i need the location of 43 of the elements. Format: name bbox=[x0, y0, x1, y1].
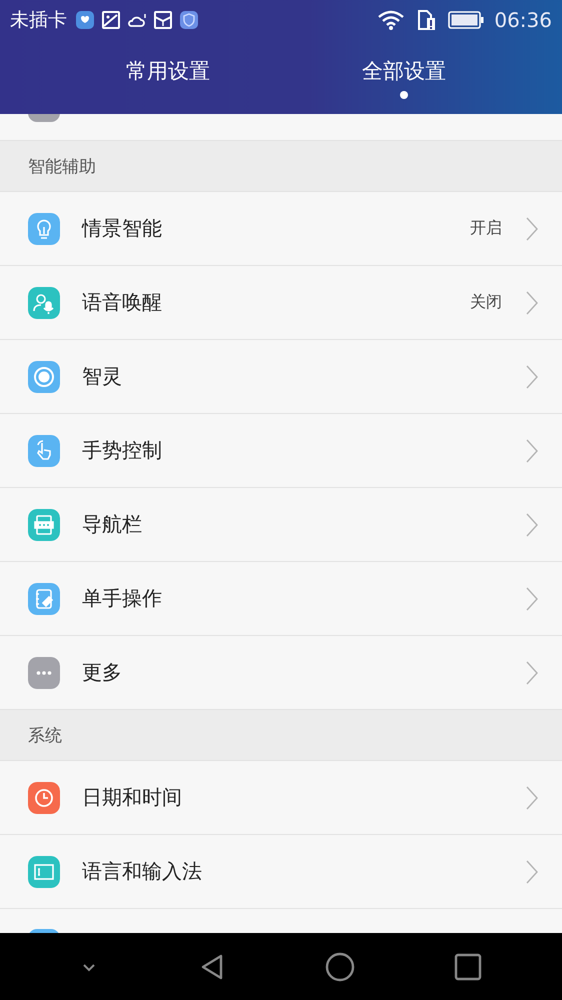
row-value: 关闭 bbox=[470, 292, 502, 313]
row-label: 情景智能 bbox=[82, 215, 163, 242]
settings-row[interactable]: 单手操作 bbox=[0, 562, 562, 636]
row-label: 语言和输入法 bbox=[82, 858, 203, 885]
no-sim-icon bbox=[416, 9, 436, 31]
row-label: 单手操作 bbox=[82, 585, 163, 612]
home-button[interactable] bbox=[325, 952, 355, 982]
envelope-icon bbox=[153, 10, 173, 30]
health-app-icon bbox=[75, 10, 95, 30]
row-label: 智灵 bbox=[82, 363, 123, 390]
wifi-icon bbox=[378, 10, 404, 30]
chevron-icon bbox=[526, 660, 538, 684]
image-icon bbox=[101, 10, 121, 30]
chevron-icon bbox=[526, 290, 538, 314]
chevron-icon bbox=[526, 216, 538, 240]
settings-row[interactable]: 语言和输入法 bbox=[0, 835, 562, 909]
chevron-icon bbox=[526, 512, 538, 536]
section-header: 系统 bbox=[0, 710, 562, 761]
settings-row[interactable]: 导航栏 bbox=[0, 488, 562, 562]
chevron-icon bbox=[526, 860, 538, 884]
section-header: 智能辅助 bbox=[0, 141, 562, 192]
settings-row[interactable]: 日期和时间 bbox=[0, 761, 562, 835]
row-value: 开启 bbox=[470, 218, 502, 239]
shield-app-icon bbox=[179, 10, 199, 30]
carrier-name: 未插卡 bbox=[10, 8, 67, 33]
row-label: 更多 bbox=[82, 659, 123, 686]
settings-row[interactable]: 智灵 bbox=[0, 340, 562, 414]
settings-row[interactable]: 语音唤醒 关闭 bbox=[0, 266, 562, 340]
settings-row[interactable]: 情景智能 开启 bbox=[0, 192, 562, 266]
clock-time: 06:36 bbox=[494, 8, 552, 32]
battery-icon bbox=[448, 11, 484, 29]
row-label: 日期和时间 bbox=[82, 784, 183, 811]
settings-tab[interactable]: 常用设置 bbox=[50, 40, 286, 114]
settings-row[interactable]: 手势控制 bbox=[0, 414, 562, 488]
row-label: 手势控制 bbox=[82, 437, 163, 464]
chevron-icon bbox=[526, 364, 538, 388]
chevron-icon bbox=[526, 438, 538, 462]
row-label: 语音唤醒 bbox=[82, 289, 163, 316]
chevron-icon bbox=[526, 586, 538, 610]
recents-button[interactable] bbox=[453, 952, 483, 982]
settings-tab[interactable]: 全部设置 bbox=[286, 40, 522, 114]
chevron-icon bbox=[526, 786, 538, 810]
row-label: 导航栏 bbox=[82, 511, 143, 538]
